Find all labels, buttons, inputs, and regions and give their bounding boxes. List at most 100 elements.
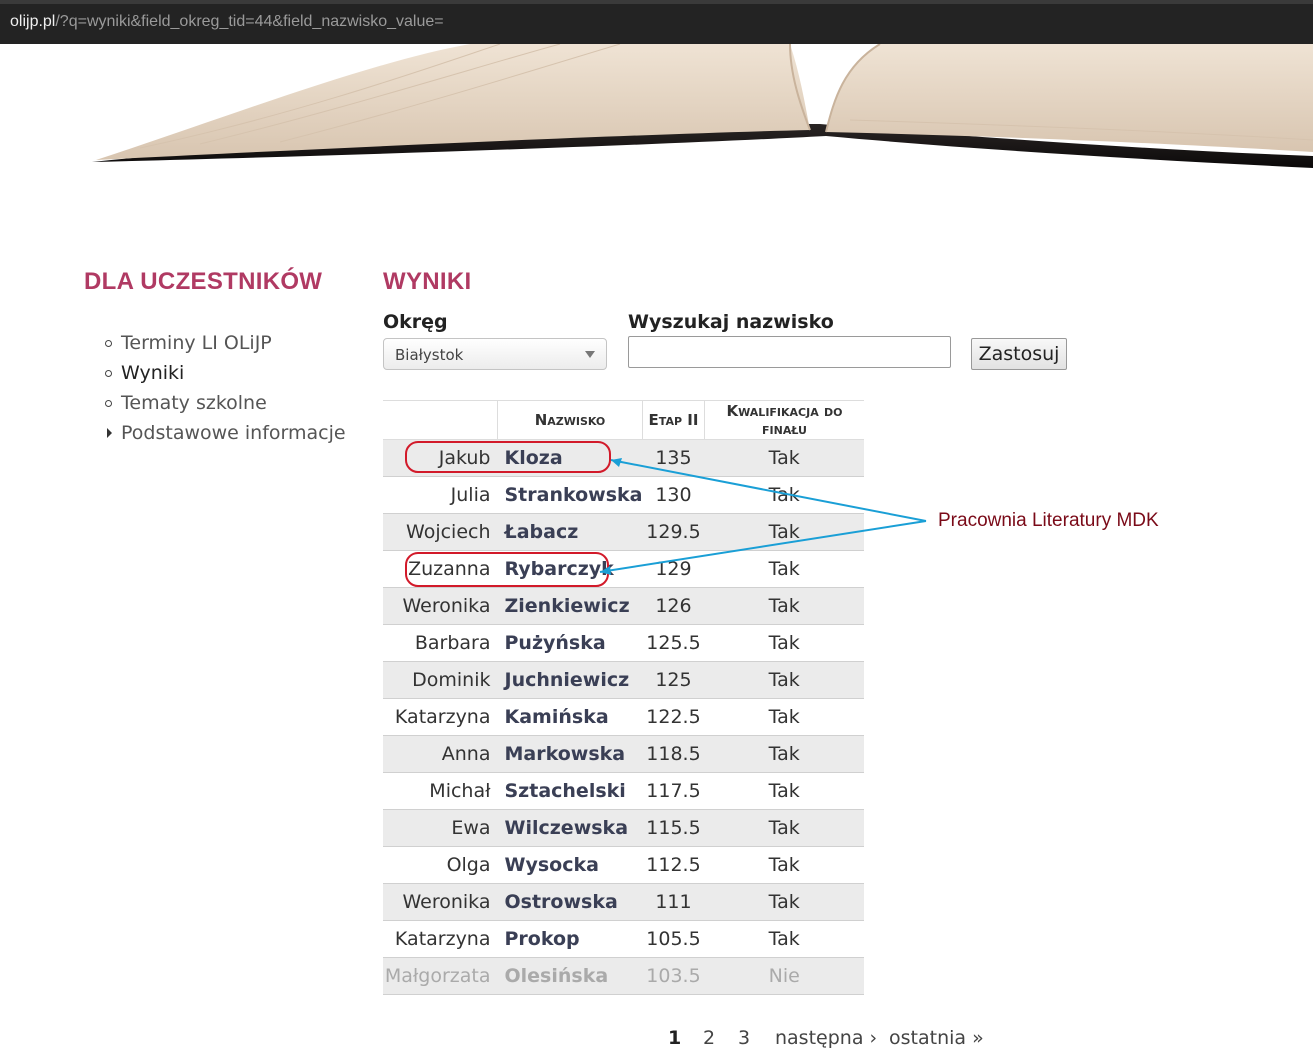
first-name-cell: Ewa [383,809,498,847]
page-title: WYNIKI [383,268,472,295]
first-name-cell: Michał [383,772,498,810]
table-row: Jakub Kloza 135 Tak [383,439,864,477]
first-name-cell: Anna [383,735,498,773]
score-cell: 103.5 [642,957,705,995]
qualification-cell: Tak [704,587,864,625]
sidebar-item-terminy[interactable]: Terminy LI OLiJP [105,328,346,358]
last-name-cell: Łabacz [497,513,643,551]
sidebar-item-wyniki[interactable]: Wyniki [105,358,346,388]
sidebar-menu: Terminy LI OLiJP Wyniki Tematy szkolne P… [105,328,346,448]
table-row: Weronika Zienkiewicz 126 Tak [383,587,864,625]
search-input[interactable] [628,336,951,368]
last-name-cell: Strankowska [497,476,643,514]
first-name-cell: Barbara [383,624,498,662]
sidebar-item-podstawowe[interactable]: Podstawowe informacje [105,418,346,448]
qualification-cell: Tak [704,772,864,810]
dropdown-arrow-icon [585,351,595,358]
table-row: Małgorzata Olesińska 103.5 Nie [383,957,864,995]
first-name-cell: Wojciech [383,513,498,551]
last-name-cell: Wilczewska [497,809,643,847]
table-row: Ewa Wilczewska 115.5 Tak [383,809,864,847]
sidebar-heading: DLA UCZESTNIKÓW [84,268,323,295]
results-table: Nazwisko Etap II Kwalifikacja do finału … [383,400,864,995]
pager-page-1: 1 [668,1027,682,1049]
score-cell: 126 [642,587,705,625]
apply-button[interactable]: Zastosuj [971,338,1067,370]
score-cell: 135 [642,439,705,477]
last-name-cell: Markowska [497,735,643,773]
sidebar-item-label[interactable]: Podstawowe informacje [121,422,346,444]
address-url[interactable]: olijp.pl/?q=wyniki&field_okreg_tid=44&fi… [10,13,444,31]
score-cell: 117.5 [642,772,705,810]
qualification-cell: Tak [704,735,864,773]
first-name-cell: Katarzyna [383,698,498,736]
first-name-cell: Jakub [383,439,498,477]
table-row: Barbara Pużyńska 125.5 Tak [383,624,864,662]
table-row: Olga Wysocka 112.5 Tak [383,846,864,884]
table-row: Wojciech Łabacz 129.5 Tak [383,513,864,551]
score-cell: 111 [642,883,705,921]
score-cell: 129 [642,550,705,588]
qualification-cell: Tak [704,513,864,551]
score-cell: 122.5 [642,698,705,736]
triangle-right-icon [107,428,112,438]
table-row: Zuzanna Rybarczyk 129 Tak [383,550,864,588]
qualification-cell: Tak [704,883,864,921]
qualification-cell: Tak [704,920,864,958]
last-name-cell: Sztachelski [497,772,643,810]
last-name-cell: Olesińska [497,957,643,995]
column-header-last-name[interactable]: Nazwisko [497,400,643,440]
qualification-cell: Tak [704,661,864,699]
score-cell: 105.5 [642,920,705,958]
last-name-cell: Kamińska [497,698,643,736]
pager-page-3[interactable]: 3 [738,1027,750,1049]
score-cell: 129.5 [642,513,705,551]
first-name-cell: Zuzanna [383,550,498,588]
qualification-cell: Tak [704,550,864,588]
sidebar-item-label[interactable]: Terminy LI OLiJP [121,332,272,354]
table-row: Michał Sztachelski 117.5 Tak [383,772,864,810]
first-name-cell: Weronika [383,587,498,625]
qualification-cell: Tak [704,809,864,847]
url-path: /?q=wyniki&field_okreg_tid=44&field_nazw… [55,13,444,30]
column-header-first-name [383,400,498,440]
sidebar-item-label[interactable]: Wyniki [121,362,184,384]
pager-page-2[interactable]: 2 [703,1027,715,1049]
district-select[interactable]: Białystok [383,338,607,370]
qualification-cell: Tak [704,476,864,514]
first-name-cell: Weronika [383,883,498,921]
table-row: Weronika Ostrowska 111 Tak [383,883,864,921]
column-header-stage[interactable]: Etap II [641,400,705,440]
table-row: Katarzyna Prokop 105.5 Tak [383,920,864,958]
pager-next-link[interactable]: następna › [775,1027,877,1049]
score-cell: 130 [642,476,705,514]
table-header-row: Nazwisko Etap II Kwalifikacja do finału [383,400,864,440]
sidebar-item-label[interactable]: Tematy szkolne [121,392,267,414]
score-cell: 125 [642,661,705,699]
annotation-label: Pracownia Literatury MDK [938,510,1159,531]
last-name-cell: Prokop [497,920,643,958]
score-cell: 112.5 [642,846,705,884]
bullet-icon [105,340,112,347]
first-name-cell: Julia [383,476,498,514]
sidebar-item-tematy[interactable]: Tematy szkolne [105,388,346,418]
first-name-cell: Katarzyna [383,920,498,958]
table-row: Dominik Juchniewicz 125 Tak [383,661,864,699]
district-select-value: Białystok [395,346,464,364]
pager-last-link[interactable]: ostatnia » [889,1027,984,1049]
score-cell: 125.5 [642,624,705,662]
last-name-cell: Zienkiewicz [497,587,643,625]
first-name-cell: Małgorzata [383,957,498,995]
last-name-cell: Pużyńska [497,624,643,662]
last-name-cell: Juchniewicz [497,661,643,699]
district-label: Okręg [383,311,448,333]
last-name-cell: Wysocka [497,846,643,884]
bullet-icon [105,370,112,377]
open-book-banner [92,44,1313,168]
table-row: Katarzyna Kamińska 122.5 Tak [383,698,864,736]
column-header-qualification[interactable]: Kwalifikacja do finału [703,400,864,440]
first-name-cell: Dominik [383,661,498,699]
last-name-cell: Kloza [497,439,643,477]
browser-address-bar[interactable]: olijp.pl/?q=wyniki&field_okreg_tid=44&fi… [0,0,1313,44]
qualification-cell: Tak [704,439,864,477]
